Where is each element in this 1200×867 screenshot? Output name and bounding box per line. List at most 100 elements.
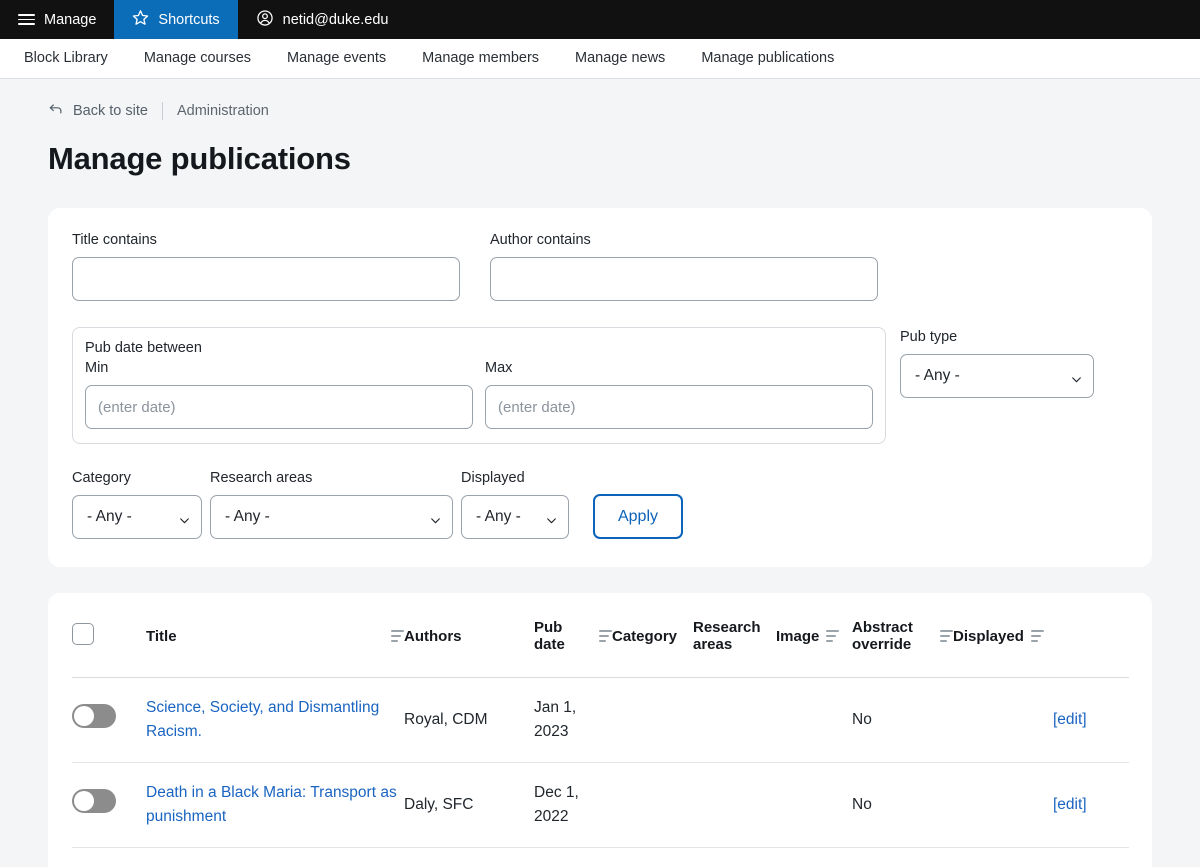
table-row: Death in a Black Maria: Transport as pun… (72, 762, 1129, 849)
pub-date-min-label: Min (85, 360, 109, 376)
pub-type-field: Pub type - Any - (900, 327, 1094, 398)
pub-date-max-label: Max (485, 360, 513, 376)
research-areas-value: - Any - (225, 508, 270, 525)
publications-table-card: Title Authors Pub date Category Research… (48, 593, 1152, 867)
category-value: - Any - (87, 508, 132, 525)
nav-item-block-library[interactable]: Block Library (6, 39, 126, 78)
filters-card: Title contains Author contains Pub date … (48, 208, 1152, 567)
nav-item-manage-members[interactable]: Manage members (404, 39, 557, 78)
th-operations (1053, 593, 1129, 678)
star-icon (132, 9, 149, 30)
admin-account-label: netid@duke.edu (282, 11, 389, 28)
table-header-row: Title Authors Pub date Category Research… (72, 593, 1129, 678)
edit-link[interactable]: [edit] (1053, 711, 1087, 728)
row-operations-cell: [edit] (1053, 677, 1129, 764)
category-label: Category (72, 470, 131, 486)
nav-item-manage-publications[interactable]: Manage publications (683, 39, 852, 78)
row-research-areas-cell (693, 762, 776, 849)
row-display-toggle[interactable] (72, 704, 116, 728)
admin-shortcuts-label: Shortcuts (158, 11, 220, 28)
nav-item-manage-courses[interactable]: Manage courses (126, 39, 269, 78)
table-head: Title Authors Pub date Category Research… (72, 593, 1129, 678)
admin-menu-label: Manage (44, 11, 97, 28)
displayed-field: Displayed - Any - (461, 470, 569, 539)
pub-date-between-fieldset: Pub date between Min Max (72, 327, 886, 444)
select-all-checkbox[interactable] (72, 623, 94, 645)
th-research-areas-label: Research areas (693, 619, 761, 653)
row-displayed-cell (953, 848, 1053, 867)
pub-type-label: Pub type (900, 329, 958, 345)
pub-type-select[interactable]: - Any - (900, 354, 1094, 398)
category-select[interactable]: - Any - (72, 495, 202, 539)
pub-date-max-input[interactable] (485, 385, 873, 429)
table-body: Science, Society, and Dismantling Racism… (72, 677, 1129, 867)
th-select-all (72, 593, 146, 678)
chevron-down-icon (545, 514, 556, 525)
title-contains-label: Title contains (72, 232, 157, 248)
th-authors: Authors (404, 593, 534, 678)
author-contains-label: Author contains (490, 232, 591, 248)
th-abstract-override-label: Abstract override (852, 619, 913, 653)
th-displayed: Displayed (953, 593, 1053, 678)
edit-link[interactable]: [edit] (1053, 796, 1087, 813)
sort-icon[interactable] (940, 629, 953, 643)
pub-date-between-legend: Pub date between (85, 340, 202, 356)
research-areas-select[interactable]: - Any - (210, 495, 453, 539)
row-abstract-override-cell: No (852, 848, 953, 867)
pub-date-min-input[interactable] (85, 385, 473, 429)
admin-toolbar: Manage Shortcuts netid@duke.edu (0, 0, 1200, 39)
row-toggle-cell (72, 762, 146, 849)
filters-row-selects: Category - Any - Research areas - Any - (72, 470, 1128, 539)
row-displayed-cell (953, 677, 1053, 764)
th-pub-date: Pub date (534, 593, 612, 678)
pub-date-max-field: Max (485, 360, 873, 429)
back-arrow-icon (48, 101, 64, 121)
row-authors-cell: Daly, SFC (404, 848, 534, 867)
user-circle-icon (256, 9, 274, 31)
back-to-site-link[interactable]: Back to site (48, 101, 148, 121)
th-category: Category (612, 593, 693, 678)
row-pub-date-cell: Nov 29, (534, 848, 612, 867)
displayed-select[interactable]: - Any - (461, 495, 569, 539)
publication-title-link[interactable]: Science, Society, and Dismantling Racism… (146, 699, 379, 740)
nav-item-manage-events[interactable]: Manage events (269, 39, 404, 78)
row-image-cell (776, 848, 852, 867)
breadcrumb-administration[interactable]: Administration (177, 103, 269, 119)
row-operations-cell: [edit] (1053, 762, 1129, 849)
row-category-cell (612, 848, 693, 867)
row-displayed-cell (953, 762, 1053, 849)
row-authors-cell: Daly, SFC (404, 762, 534, 849)
admin-account-button[interactable]: netid@duke.edu (238, 0, 407, 39)
publications-table: Title Authors Pub date Category Research… (72, 593, 1129, 867)
table-row: Chima J. Korieh. Nigeria and World War I… (72, 848, 1129, 867)
nav-item-manage-news[interactable]: Manage news (557, 39, 683, 78)
author-contains-field: Author contains (490, 232, 878, 301)
row-research-areas-cell (693, 848, 776, 867)
row-research-areas-cell (693, 677, 776, 764)
row-abstract-override-cell: No (852, 677, 953, 764)
publication-title-link[interactable]: Death in a Black Maria: Transport as pun… (146, 784, 397, 825)
author-contains-input[interactable] (490, 257, 878, 301)
filters-row-text: Title contains Author contains (72, 232, 1128, 301)
row-display-toggle[interactable] (72, 789, 116, 814)
th-displayed-label: Displayed (953, 627, 1024, 645)
admin-menu-button[interactable]: Manage (0, 0, 114, 39)
sort-icon[interactable] (826, 629, 840, 643)
row-title-cell: Death in a Black Maria: Transport as pun… (146, 762, 404, 849)
title-contains-input[interactable] (72, 257, 460, 301)
row-title-cell: Chima J. Korieh. Nigeria and World War I… (146, 848, 404, 867)
th-image-label: Image (776, 627, 820, 645)
filters-row-date: Pub date between Min Max Pub type (72, 327, 1128, 444)
th-title-label: Title (146, 627, 177, 645)
research-areas-label: Research areas (210, 470, 313, 486)
th-title: Title (146, 593, 404, 678)
toggle-knob (74, 791, 94, 812)
sort-icon[interactable] (599, 629, 612, 643)
sort-icon[interactable] (391, 629, 404, 643)
row-image-cell (776, 677, 852, 764)
th-research-areas: Research areas (693, 593, 776, 678)
displayed-value: - Any - (476, 508, 521, 525)
sort-icon[interactable] (1030, 629, 1044, 643)
admin-shortcuts-tab[interactable]: Shortcuts (114, 0, 238, 39)
apply-filters-button[interactable]: Apply (593, 494, 683, 539)
